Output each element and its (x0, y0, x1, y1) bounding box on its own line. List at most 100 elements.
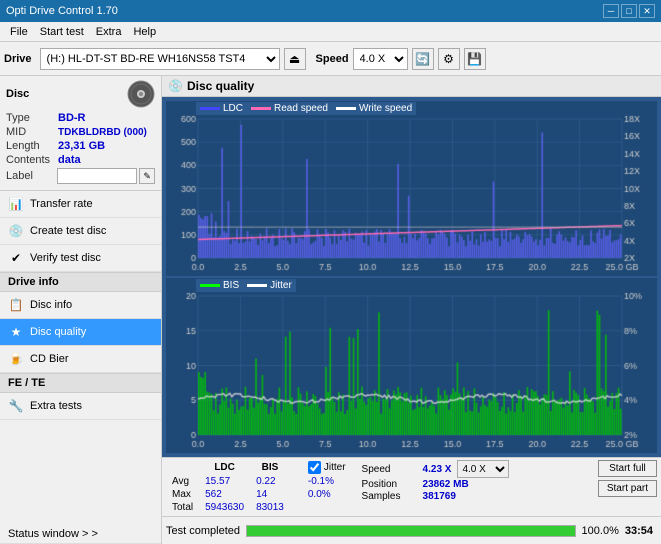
max-row-label: Max (166, 488, 199, 501)
length-value: 23,31 GB (58, 140, 105, 152)
label-edit-button[interactable]: ✎ (139, 168, 155, 184)
jitter-checkbox[interactable] (308, 461, 321, 474)
menu-extra[interactable]: Extra (90, 25, 128, 39)
sidebar-item-transfer-rate-label: Transfer rate (30, 198, 93, 210)
menubar: File Start test Extra Help (0, 22, 661, 42)
position-stat-row: Position 23862 MB (362, 479, 510, 490)
total-ldc: 5943630 (199, 501, 250, 514)
save-button[interactable]: 💾 (464, 48, 486, 70)
sidebar-item-disc-info-label: Disc info (30, 299, 72, 311)
menu-help[interactable]: Help (127, 25, 162, 39)
bis-legend-label: BIS (223, 280, 239, 291)
avg-jitter: -0.1% (302, 475, 352, 488)
drive-select[interactable]: (H:) HL-DT-ST BD-RE WH16NS58 TST4 (40, 48, 280, 70)
samples-value: 381769 (423, 491, 456, 502)
speed-select[interactable]: 4.0 X 2.0 X 1.0 X (353, 48, 408, 70)
mid-label: MID (6, 126, 58, 138)
titlebar: Opti Drive Control 1.70 ─ □ ✕ (0, 0, 661, 22)
start-part-button[interactable]: Start part (598, 480, 657, 497)
label-input[interactable] (57, 168, 137, 184)
sidebar-item-disc-info[interactable]: 📋 Disc info (0, 292, 161, 319)
close-button[interactable]: ✕ (639, 4, 655, 18)
jitter-legend: Jitter (247, 280, 292, 291)
read-speed-legend-color (251, 107, 271, 110)
sidebar-item-extra-tests[interactable]: 🔧 Extra tests (0, 393, 161, 420)
sidebar-item-transfer-rate[interactable]: 📊 Transfer rate (0, 191, 161, 218)
type-value: BD-R (58, 112, 86, 124)
content-header: 💿 Disc quality (162, 76, 661, 97)
maximize-button[interactable]: □ (621, 4, 637, 18)
create-test-disc-icon: 💿 (8, 223, 24, 239)
chart2-container: BIS Jitter (166, 278, 657, 453)
jitter-checkbox-label[interactable]: Jitter (308, 461, 346, 474)
length-label: Length (6, 140, 58, 152)
jitter-legend-color (247, 284, 267, 287)
content-title-text: Disc quality (187, 79, 254, 93)
progress-percent: 100.0% (582, 525, 619, 537)
app-title: Opti Drive Control 1.70 (6, 5, 118, 17)
sidebar: Disc Type BD-R MID TDKBLDRBD (000) Lengt… (0, 76, 162, 544)
disc-panel: Disc Type BD-R MID TDKBLDRBD (000) Lengt… (0, 76, 161, 191)
position-label: Position (362, 479, 417, 490)
status-window-button[interactable]: Status window > > (0, 525, 161, 544)
avg-bis: 0.22 (250, 475, 290, 488)
max-ldc: 562 (199, 488, 250, 501)
chart1-legend: LDC Read speed Write speed (196, 102, 416, 115)
chart1-canvas (166, 101, 657, 276)
speed-label: Speed (316, 53, 349, 65)
content-area: 💿 Disc quality LDC Read speed (162, 76, 661, 544)
max-bis: 14 (250, 488, 290, 501)
sidebar-item-create-test-disc-label: Create test disc (30, 225, 106, 237)
fe-te-section: FE / TE (0, 373, 161, 393)
drive-label: Drive (4, 53, 32, 65)
refresh-button[interactable]: 🔄 (412, 48, 434, 70)
sidebar-item-verify-test-disc[interactable]: ✔ Verify test disc (0, 245, 161, 272)
settings-button[interactable]: ⚙ (438, 48, 460, 70)
charts-area: LDC Read speed Write speed (162, 97, 661, 457)
eject-button[interactable]: ⏏ (284, 48, 306, 70)
disc-info-icon: 📋 (8, 297, 24, 313)
cd-bier-icon: 🍺 (8, 351, 24, 367)
toolbar: Drive (H:) HL-DT-ST BD-RE WH16NS58 TST4 … (0, 42, 661, 76)
chart2-canvas (166, 278, 657, 453)
content-title: 💿 Disc quality (168, 79, 254, 93)
progress-bar (246, 525, 576, 537)
write-speed-legend-color (336, 107, 356, 110)
minimize-button[interactable]: ─ (603, 4, 619, 18)
start-full-button[interactable]: Start full (598, 460, 657, 477)
status-bar: Test completed 100.0% 33:54 (162, 516, 661, 544)
main-layout: Disc Type BD-R MID TDKBLDRBD (000) Lengt… (0, 76, 661, 544)
menu-file[interactable]: File (4, 25, 34, 39)
sidebar-item-verify-test-disc-label: Verify test disc (30, 252, 101, 264)
progress-bar-fill (247, 526, 575, 536)
start-buttons: Start full Start part (598, 460, 657, 497)
contents-label: Contents (6, 154, 58, 166)
read-speed-legend: Read speed (251, 103, 328, 114)
speed-stat-select[interactable]: 4.0 X (457, 460, 509, 478)
ldc-legend-color (200, 107, 220, 110)
sidebar-bottom: Status window > > (0, 525, 161, 544)
stats-area: LDC BIS Jitter Avg 15.57 0.2 (162, 457, 661, 516)
verify-test-disc-icon: ✔ (8, 250, 24, 266)
chart1-container: LDC Read speed Write speed (166, 101, 657, 276)
position-value: 23862 MB (423, 479, 469, 490)
content-title-icon: 💿 (168, 79, 183, 93)
read-speed-legend-label: Read speed (274, 103, 328, 114)
bis-legend-color (200, 284, 220, 287)
ldc-legend: LDC (200, 103, 243, 114)
disc-panel-title: Disc (6, 88, 29, 100)
sidebar-item-create-test-disc[interactable]: 💿 Create test disc (0, 218, 161, 245)
window-controls[interactable]: ─ □ ✕ (603, 4, 655, 18)
samples-stat-row: Samples 381769 (362, 491, 510, 502)
total-row-label: Total (166, 501, 199, 514)
avg-ldc: 15.57 (199, 475, 250, 488)
menu-start-test[interactable]: Start test (34, 25, 90, 39)
sidebar-item-disc-quality-label: Disc quality (30, 326, 86, 338)
transfer-rate-icon: 📊 (8, 196, 24, 212)
samples-label: Samples (362, 491, 417, 502)
sidebar-item-disc-quality[interactable]: ★ Disc quality (0, 319, 161, 346)
disc-icon (127, 80, 155, 108)
sidebar-item-cd-bier[interactable]: 🍺 CD Bier (0, 346, 161, 373)
status-window-label: Status window > > (8, 528, 98, 540)
type-label: Type (6, 112, 58, 124)
